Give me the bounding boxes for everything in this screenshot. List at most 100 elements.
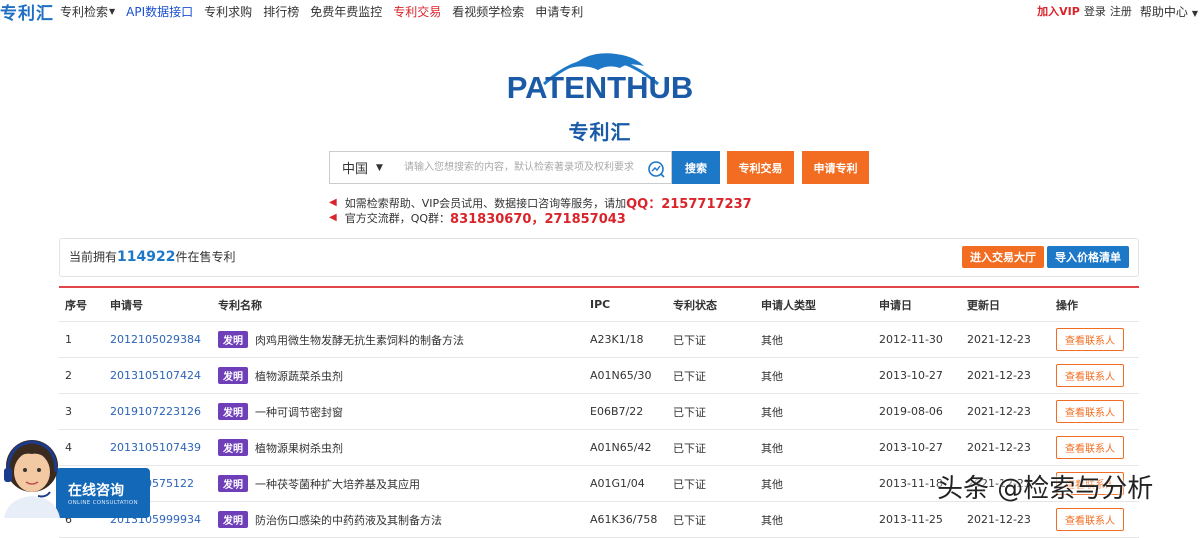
patent-type-badge: 发明 (218, 367, 248, 384)
nav-item-apply-patent[interactable]: 申请专利 (535, 3, 583, 20)
cell-ipc: A01N65/42 (590, 441, 652, 454)
enter-trade-hall-button[interactable]: 进入交易大厅 (962, 246, 1044, 268)
cell-patent-name: 发明 肉鸡用微生物发酵无抗生素饲料的制备方法 (218, 322, 464, 357)
patent-type-badge: 发明 (218, 403, 248, 420)
nav-item-label: 专利检索 (60, 4, 109, 19)
cell-status: 已下证 (673, 369, 706, 383)
caret-down-icon: ▼ (376, 162, 383, 173)
cell-status: 已下证 (673, 513, 706, 527)
table-row: 2 2013105107424 发明 植物源蔬菜杀虫剂 A01N65/30 已下证 其他 20… (59, 358, 1139, 394)
cell-status: 已下证 (673, 333, 706, 347)
register-link[interactable]: 注册 (1110, 3, 1132, 19)
brand-logo-text[interactable]: 专利汇 (0, 0, 54, 24)
help-center-menu[interactable]: 帮助中心 ▼ (1136, 3, 1198, 20)
view-contact-button[interactable]: 查看联系人 (1056, 508, 1124, 531)
table-row: 4 2013105107439 发明 植物源果树杀虫剂 A01N65/42 已下证 其他 20… (59, 430, 1139, 466)
search-button[interactable]: 搜索 (672, 151, 720, 184)
patent-trade-button[interactable]: 专利交易 (727, 151, 794, 184)
cell-ipc: A01G1/04 (590, 477, 645, 490)
nav-item-fee-monitor[interactable]: 免费年费监控 (310, 3, 382, 20)
cell-application-date: 2012-11-30 (879, 333, 943, 346)
cell-applicant-type: 其他 (761, 405, 783, 419)
nav-item-video-tutorial[interactable]: 看视频学检索 (452, 3, 524, 20)
header-index: 序号 (65, 298, 87, 312)
table-header: 序号 申请号 专利名称 IPC 专利状态 申请人类型 申请日 更新日 操作 (59, 288, 1139, 322)
cell-patent-name: 发明 植物源蔬菜杀虫剂 (218, 358, 343, 393)
cell-applicant-type: 其他 (761, 513, 783, 527)
nav-item-patent-search[interactable]: 专利检索 ▼ (60, 3, 115, 20)
table-row: 6 2013105999934 发明 防治伤口感染的中药药液及其制备方法 A61K36/… (59, 502, 1139, 538)
cell-action: 查看联系人 (1056, 430, 1124, 465)
search-input[interactable] (402, 161, 654, 174)
caret-down-icon: ▼ (1191, 8, 1198, 18)
cell-update-date: 2021-12-23 (967, 333, 1031, 346)
region-select[interactable]: 中国 ▼ (330, 158, 402, 177)
summary-suffix: 件在售专利 (175, 250, 236, 264)
patent-count: 114922 (117, 249, 176, 265)
cell-status: 已下证 (673, 477, 706, 491)
cell-patent-name: 发明 防治伤口感染的中药药液及其制备方法 (218, 502, 442, 537)
cell-application-date: 2013-11-25 (879, 513, 943, 526)
patent-name-text[interactable]: 一种茯苓菌种扩大培养基及其应用 (255, 476, 420, 492)
cell-applicant-type: 其他 (761, 477, 783, 491)
cell-index: 2 (65, 369, 72, 382)
help-center-label: 帮助中心 (1139, 4, 1188, 19)
patent-name-text[interactable]: 植物源蔬菜杀虫剂 (255, 368, 343, 384)
import-price-list-button[interactable]: 导入价格清单 (1047, 246, 1129, 268)
consult-subtitle: ONLINE CONSULTATION (68, 500, 138, 506)
summary-prefix: 当前拥有 (69, 250, 118, 264)
cell-application-no[interactable]: 2012105029384 (110, 322, 201, 357)
header-application-no: 申请号 (110, 298, 143, 312)
nav-item-ranking[interactable]: 排行榜 (263, 3, 299, 20)
patent-type-badge: 发明 (218, 511, 248, 528)
cell-ipc: A23K1/18 (590, 333, 644, 346)
patent-name-text[interactable]: 植物源果树杀虫剂 (255, 440, 343, 456)
summary-text: 当前拥有114922件在售专利 (69, 248, 235, 265)
cell-application-date: 2013-10-27 (879, 441, 943, 454)
cell-application-date: 2019-08-06 (879, 405, 943, 418)
header-applicant-type: 申请人类型 (761, 298, 816, 312)
patent-name-text[interactable]: 防治伤口感染的中药药液及其制备方法 (255, 512, 442, 528)
logo-cn-text: 专利汇 (568, 120, 632, 144)
cell-index: 1 (65, 333, 72, 346)
cell-application-no[interactable]: 2019107223126 (110, 394, 201, 429)
join-vip-link[interactable]: 加入VIP (1037, 3, 1080, 19)
cell-update-date: 2021-12-23 (967, 513, 1031, 526)
table-row: 3 2019107223126 发明 一种可调节密封窗 E06B7/22 已下证 其他 201… (59, 394, 1139, 430)
cell-ipc: A61K36/758 (590, 513, 658, 526)
megaphone-icon: ◀ (329, 197, 337, 208)
logo-wordmark: PATENTHUB (508, 70, 692, 105)
cell-patent-name: 发明 一种茯苓菌种扩大培养基及其应用 (218, 466, 420, 501)
cell-action: 查看联系人 (1056, 322, 1124, 357)
nav-item-patent-trade[interactable]: 专利交易 (393, 3, 441, 20)
view-contact-button[interactable]: 查看联系人 (1056, 400, 1124, 423)
view-contact-button[interactable]: 查看联系人 (1056, 364, 1124, 387)
notice-group-numbers: 831830670，271857043 (450, 212, 626, 227)
nav-item-api[interactable]: API数据接口 (126, 3, 193, 20)
view-contact-button[interactable]: 查看联系人 (1056, 436, 1124, 459)
image-search-icon[interactable] (647, 160, 665, 178)
nav-item-patent-wanted[interactable]: 专利求购 (204, 3, 252, 20)
apply-patent-button[interactable]: 申请专利 (802, 151, 869, 184)
watermark-text: 头条 @检索与分析 (937, 474, 1154, 504)
megaphone-icon: ◀ (329, 212, 337, 223)
patent-type-badge: 发明 (218, 475, 248, 492)
notice-group-text: 官方交流群，QQ群： (344, 211, 451, 225)
cell-ipc: E06B7/22 (590, 405, 644, 418)
header-update-date: 更新日 (967, 298, 1000, 312)
cell-patent-name: 发明 一种可调节密封窗 (218, 394, 343, 429)
patent-type-badge: 发明 (218, 439, 248, 456)
patent-name-text[interactable]: 一种可调节密封窗 (255, 404, 343, 420)
cell-application-no[interactable]: 2013105107424 (110, 358, 201, 393)
patent-type-badge: 发明 (218, 331, 248, 348)
table-row: 1 2012105029384 发明 肉鸡用微生物发酵无抗生素饲料的制备方法 A23K1… (59, 322, 1139, 358)
cell-status: 已下证 (673, 405, 706, 419)
cell-applicant-type: 其他 (761, 441, 783, 455)
patent-name-text[interactable]: 肉鸡用微生物发酵无抗生素饲料的制备方法 (255, 332, 464, 348)
cell-update-date: 2021-12-23 (967, 405, 1031, 418)
header-ipc: IPC (590, 298, 611, 311)
consult-title[interactable]: 在线咨询 (68, 480, 124, 500)
cell-applicant-type: 其他 (761, 333, 783, 347)
view-contact-button[interactable]: 查看联系人 (1056, 328, 1124, 351)
login-link[interactable]: 登录 (1084, 3, 1106, 19)
